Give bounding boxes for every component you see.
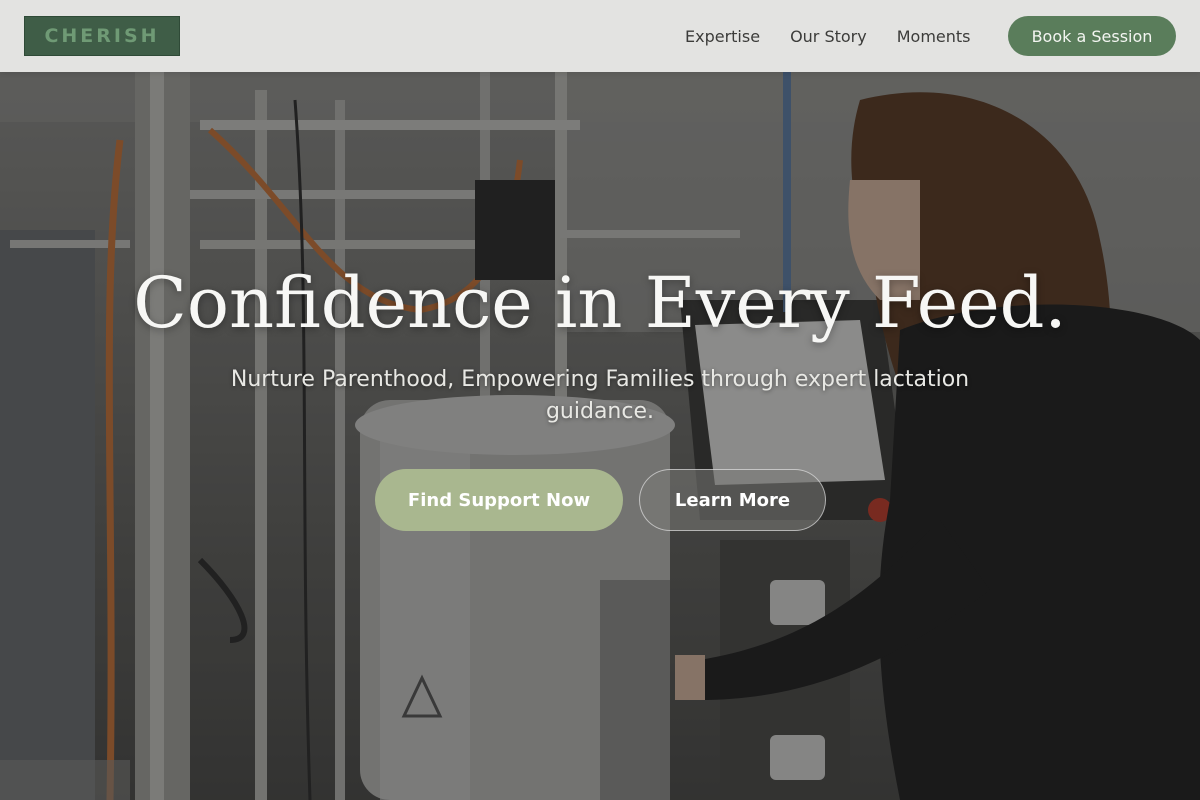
hero-subtitle: Nurture Parenthood, Empowering Families … — [230, 367, 970, 424]
find-support-button[interactable]: Find Support Now — [375, 469, 623, 531]
site-header: CHERISH Expertise Our Story Moments Book… — [0, 0, 1200, 72]
brand-logo-text: CHERISH — [44, 25, 160, 47]
learn-more-button[interactable]: Learn More — [639, 469, 826, 531]
nav-link-our-story[interactable]: Our Story — [790, 27, 867, 46]
nav-link-moments[interactable]: Moments — [897, 27, 971, 46]
hero-title: Confidence in Every Feed. — [133, 262, 1067, 344]
main-navigation: Expertise Our Story Moments — [670, 0, 986, 72]
nav-link-expertise[interactable]: Expertise — [685, 27, 760, 46]
brand-logo[interactable]: CHERISH — [24, 16, 180, 56]
book-session-button[interactable]: Book a Session — [1008, 16, 1176, 56]
